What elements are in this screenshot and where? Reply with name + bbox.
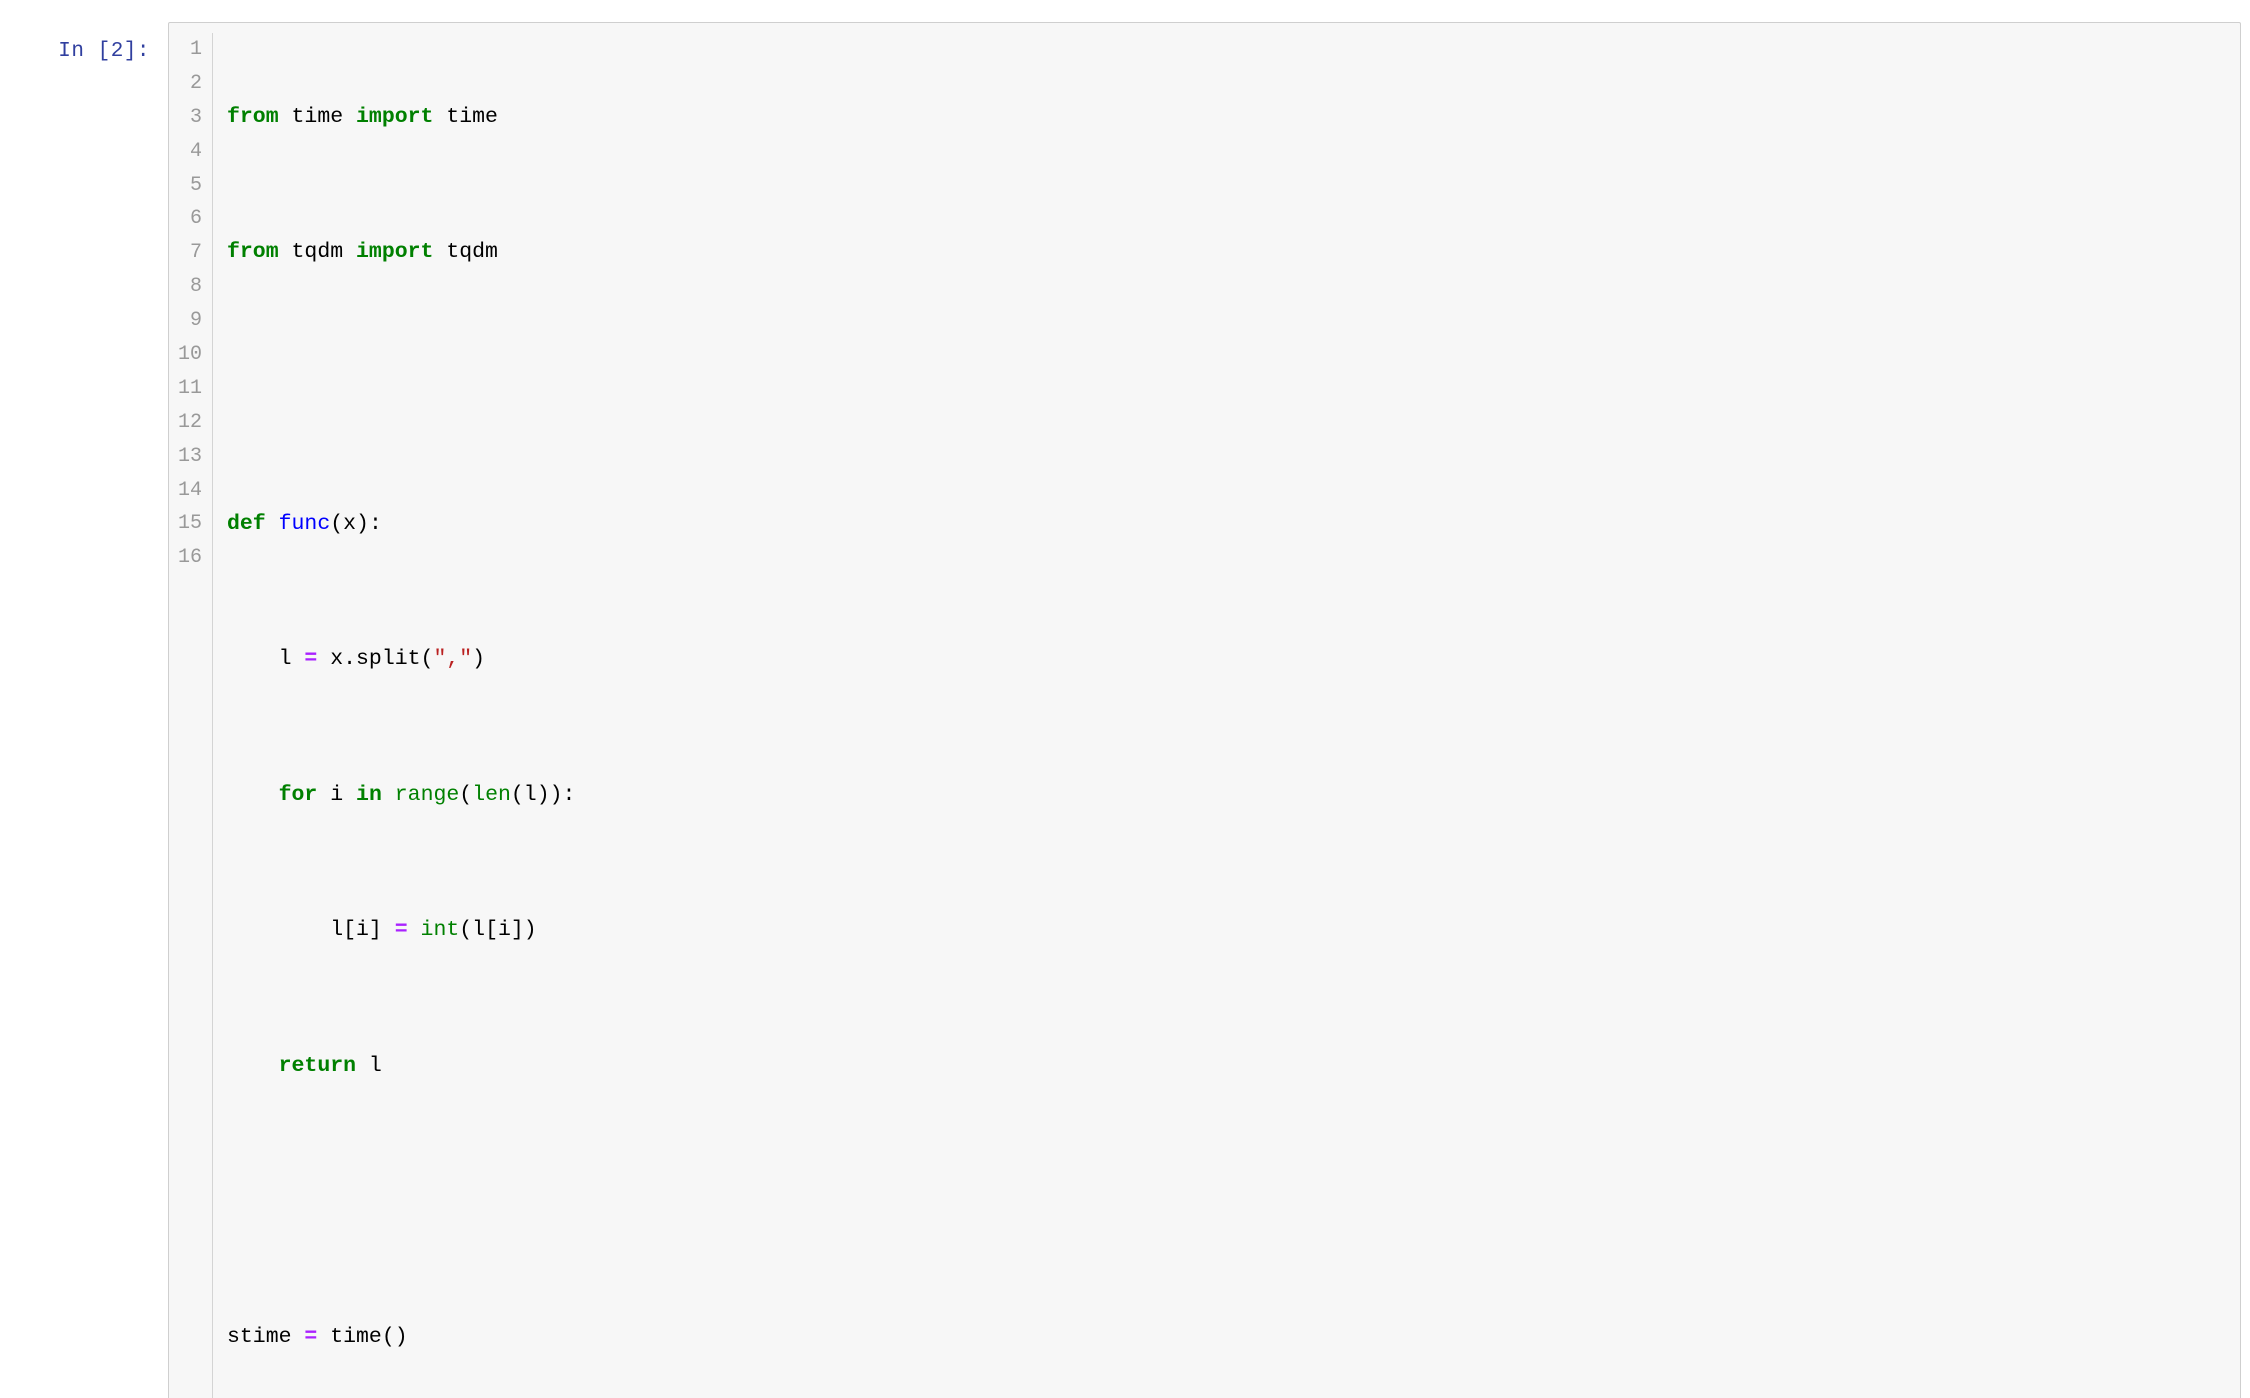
- token-var-stime: stime: [227, 1325, 305, 1350]
- token-var-l: l: [227, 647, 305, 672]
- line-number: 15: [177, 512, 202, 536]
- token-builtin-range: range: [394, 782, 460, 807]
- code-line-1: from time import time: [227, 101, 2240, 135]
- code-editor[interactable]: from time import time from tqdm import t…: [213, 33, 2240, 1398]
- token-keyword-for: for: [278, 782, 318, 807]
- line-number: 11: [177, 376, 202, 400]
- token-params: (x):: [330, 511, 382, 536]
- line-number: 16: [177, 546, 202, 570]
- code-input-area[interactable]: 1 2 3 4 5 6 7 8 9 10 11 12 13 14 15 16 f…: [168, 22, 2241, 1398]
- token-call-time: time(): [317, 1325, 408, 1350]
- token-module-tqdm: tqdm: [278, 240, 357, 265]
- token-var-i: i: [317, 782, 357, 807]
- line-number: 5: [189, 173, 202, 197]
- line-number-gutter: 1 2 3 4 5 6 7 8 9 10 11 12 13 14 15 16: [169, 33, 213, 1398]
- token-builtin-int: int: [420, 918, 460, 943]
- code-line-7: l[i] = int(l[i]): [227, 914, 2240, 948]
- input-prompt-label: In [2]:: [58, 40, 150, 63]
- token-paren-close: ): [472, 647, 486, 672]
- token-string-comma: ",": [433, 647, 473, 672]
- token-keyword-import: import: [356, 104, 434, 129]
- token-keyword-import: import: [356, 240, 434, 265]
- token-operator-assign: =: [304, 1325, 318, 1350]
- token-call-split: x.split(: [317, 647, 434, 672]
- token-args-close: (l)):: [510, 782, 576, 807]
- token-operator-assign: =: [304, 647, 318, 672]
- code-line-3-blank: [227, 372, 2240, 406]
- line-number: 7: [189, 241, 202, 265]
- token-operator-assign: =: [394, 918, 408, 943]
- jupyter-notebook: In [2]: 1 2 3 4 5 6 7 8 9 10 11 12 13 14…: [0, 0, 2250, 1398]
- line-number: 4: [189, 139, 202, 163]
- line-number: 2: [189, 71, 202, 95]
- cell-body: 1 2 3 4 5 6 7 8 9 10 11 12 13 14 15 16 f…: [168, 22, 2250, 1398]
- token-keyword-from: from: [227, 104, 279, 129]
- token-var-l: l: [356, 1054, 382, 1079]
- line-number: 9: [189, 309, 202, 333]
- code-line-5: l = x.split(","): [227, 643, 2240, 677]
- token-keyword-from: from: [227, 240, 279, 265]
- code-line-10: stime = time(): [227, 1321, 2240, 1355]
- line-number: 3: [189, 105, 202, 129]
- token-paren-open: (: [459, 782, 473, 807]
- token-name-tqdm: tqdm: [433, 240, 498, 265]
- line-number: 10: [177, 343, 202, 367]
- line-number: 8: [189, 275, 202, 299]
- code-line-9-blank: [227, 1186, 2240, 1220]
- code-cell[interactable]: In [2]: 1 2 3 4 5 6 7 8 9 10 11 12 13 14…: [0, 0, 2250, 1398]
- code-line-8: return l: [227, 1050, 2240, 1084]
- token-name-time: time: [433, 104, 498, 129]
- line-number: 12: [177, 410, 202, 434]
- token-keyword-return: return: [278, 1054, 357, 1079]
- line-number: 13: [177, 444, 202, 468]
- line-number: 6: [189, 207, 202, 231]
- line-number: 1: [189, 38, 202, 61]
- token-index-assign: l[i]: [227, 918, 395, 943]
- token-keyword-in: in: [356, 782, 382, 807]
- code-line-4: def func(x):: [227, 508, 2240, 542]
- token-module-time: time: [278, 104, 357, 129]
- line-number: 14: [177, 478, 202, 502]
- token-builtin-len: len: [472, 782, 511, 807]
- code-line-2: from tqdm import tqdm: [227, 236, 2240, 270]
- token-keyword-def: def: [227, 511, 266, 536]
- token-args: (l[i]): [459, 918, 537, 943]
- code-line-6: for i in range(len(l)):: [227, 779, 2240, 813]
- token-function-name-func: func: [278, 511, 331, 536]
